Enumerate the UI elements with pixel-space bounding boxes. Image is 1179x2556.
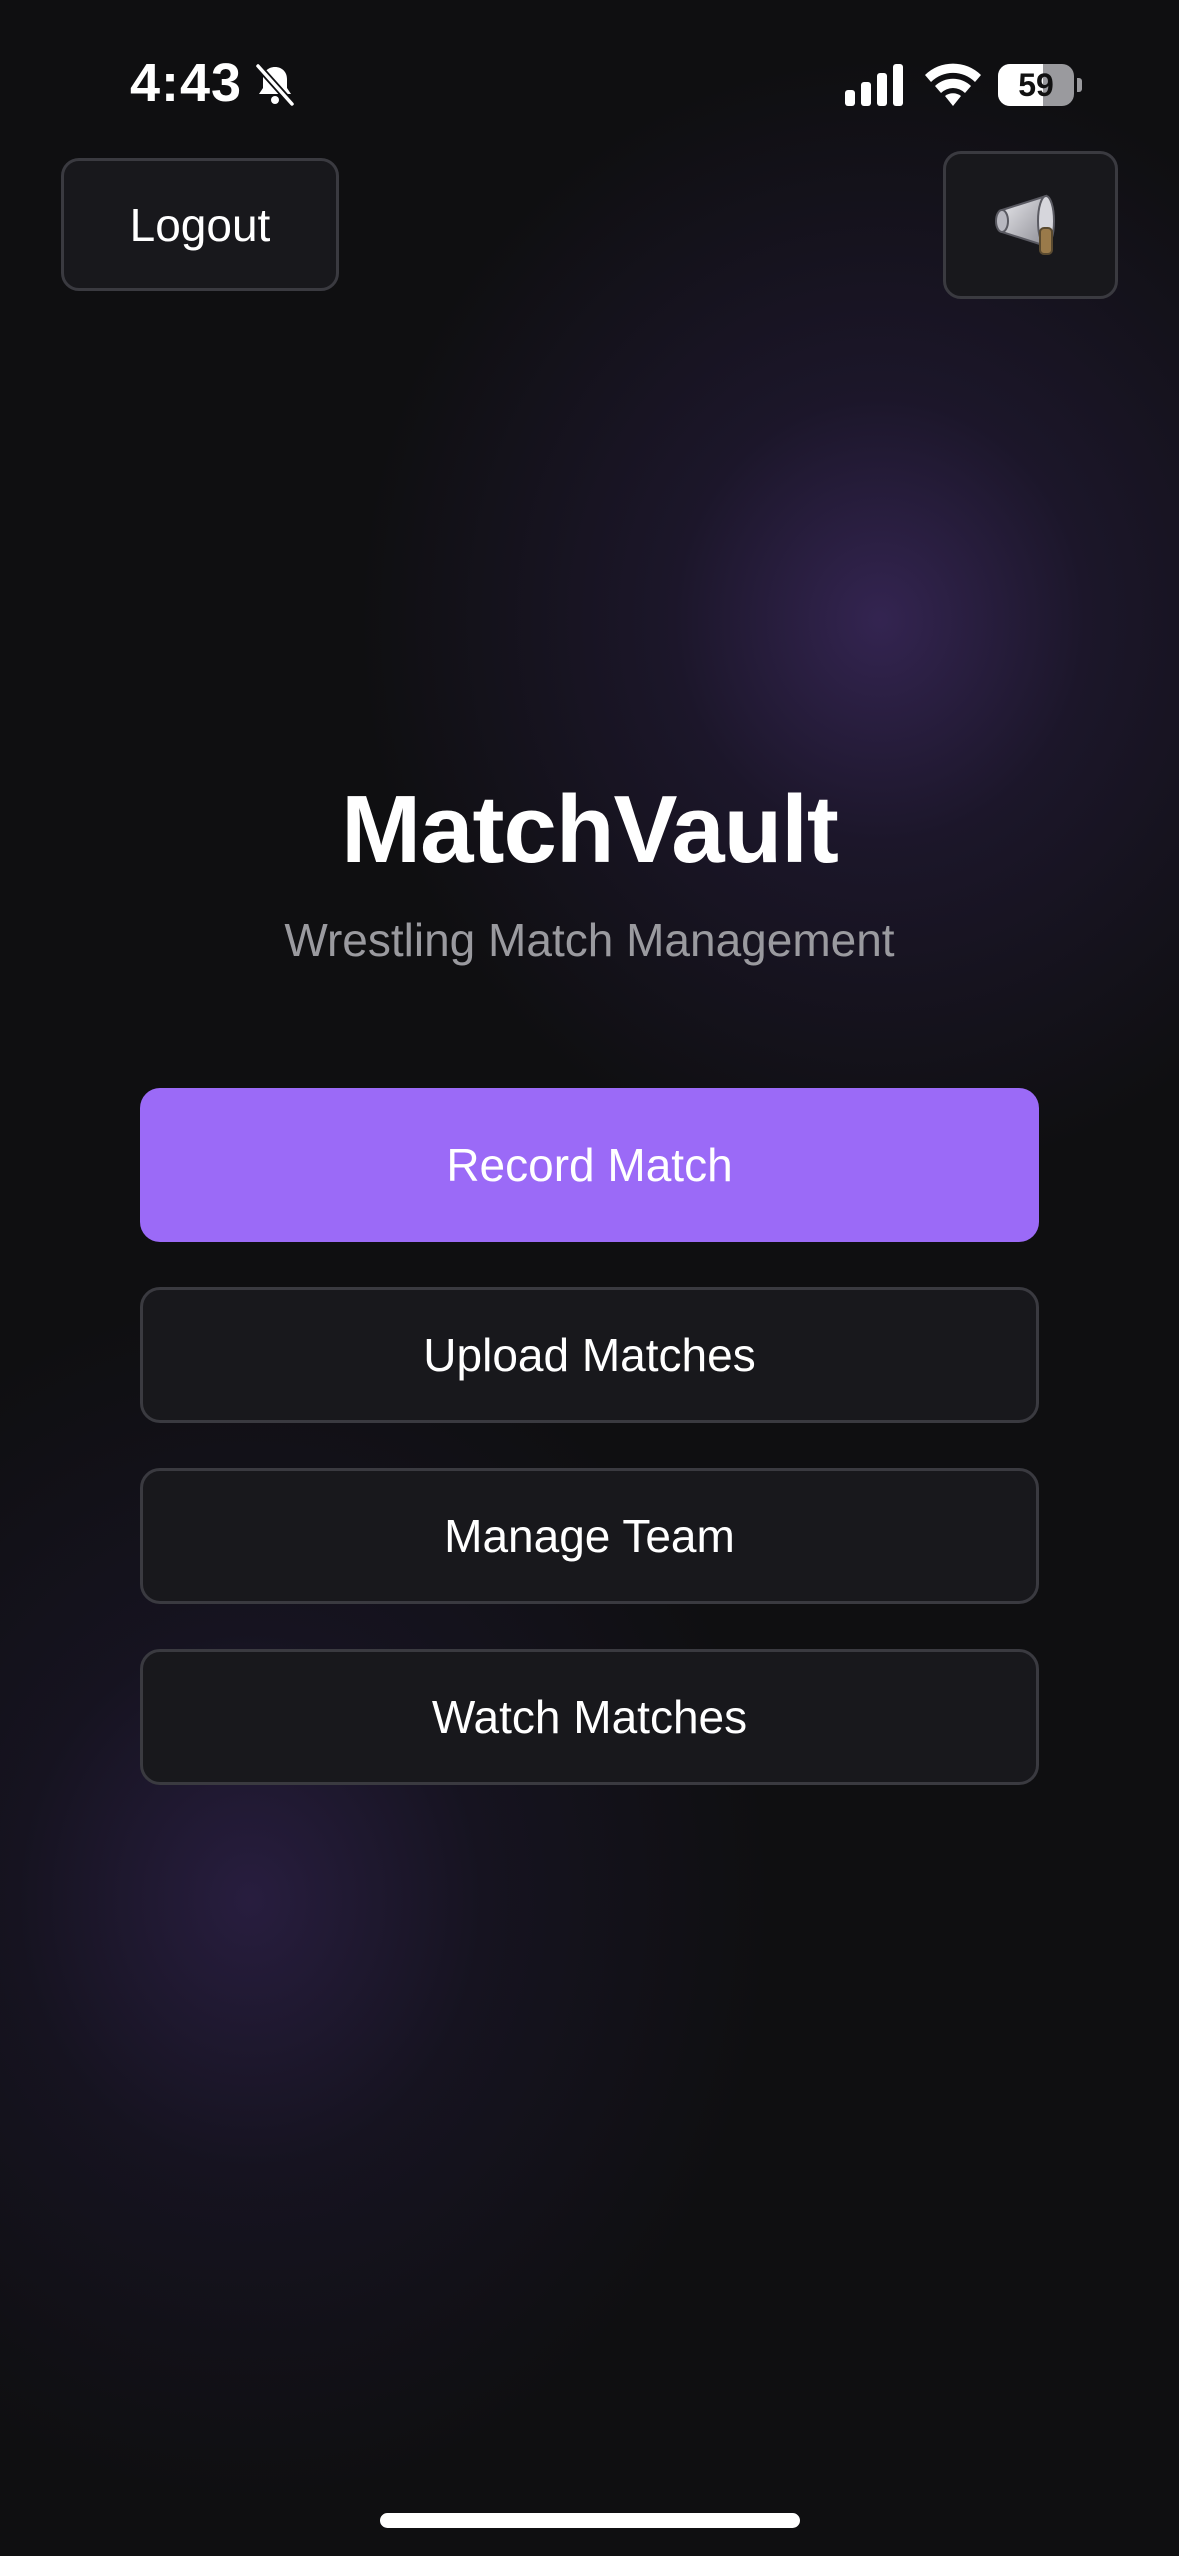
wifi-icon [925,63,981,106]
upload-matches-label: Upload Matches [423,1329,756,1381]
manage-team-button[interactable]: Manage Team [140,1468,1039,1604]
bell-slash-icon [255,63,295,107]
app-subtitle: Wrestling Match Management [284,914,895,966]
manage-team-label: Manage Team [444,1510,735,1562]
megaphone-icon [994,194,1055,255]
logout-button[interactable]: Logout [61,158,339,291]
logout-label: Logout [129,198,271,251]
battery-icon: 59 [998,64,1082,106]
app-title: MatchVault [341,776,839,883]
home-screen: 4:43 59 Logout MatchVault Wrestling Matc… [0,0,1179,2556]
cellular-signal-icon [845,64,903,106]
watch-matches-label: Watch Matches [431,1691,748,1743]
announcements-button[interactable] [943,151,1118,299]
battery-cap [1077,78,1082,92]
record-match-label: Record Match [446,1139,733,1191]
battery-body: 59 [998,64,1074,106]
upload-matches-button[interactable]: Upload Matches [140,1287,1039,1423]
status-time: 4:43 [130,53,243,113]
watch-matches-button[interactable]: Watch Matches [140,1649,1039,1785]
battery-level: 59 [1018,67,1054,103]
home-indicator[interactable] [380,2513,800,2528]
record-match-button[interactable]: Record Match [140,1088,1039,1242]
